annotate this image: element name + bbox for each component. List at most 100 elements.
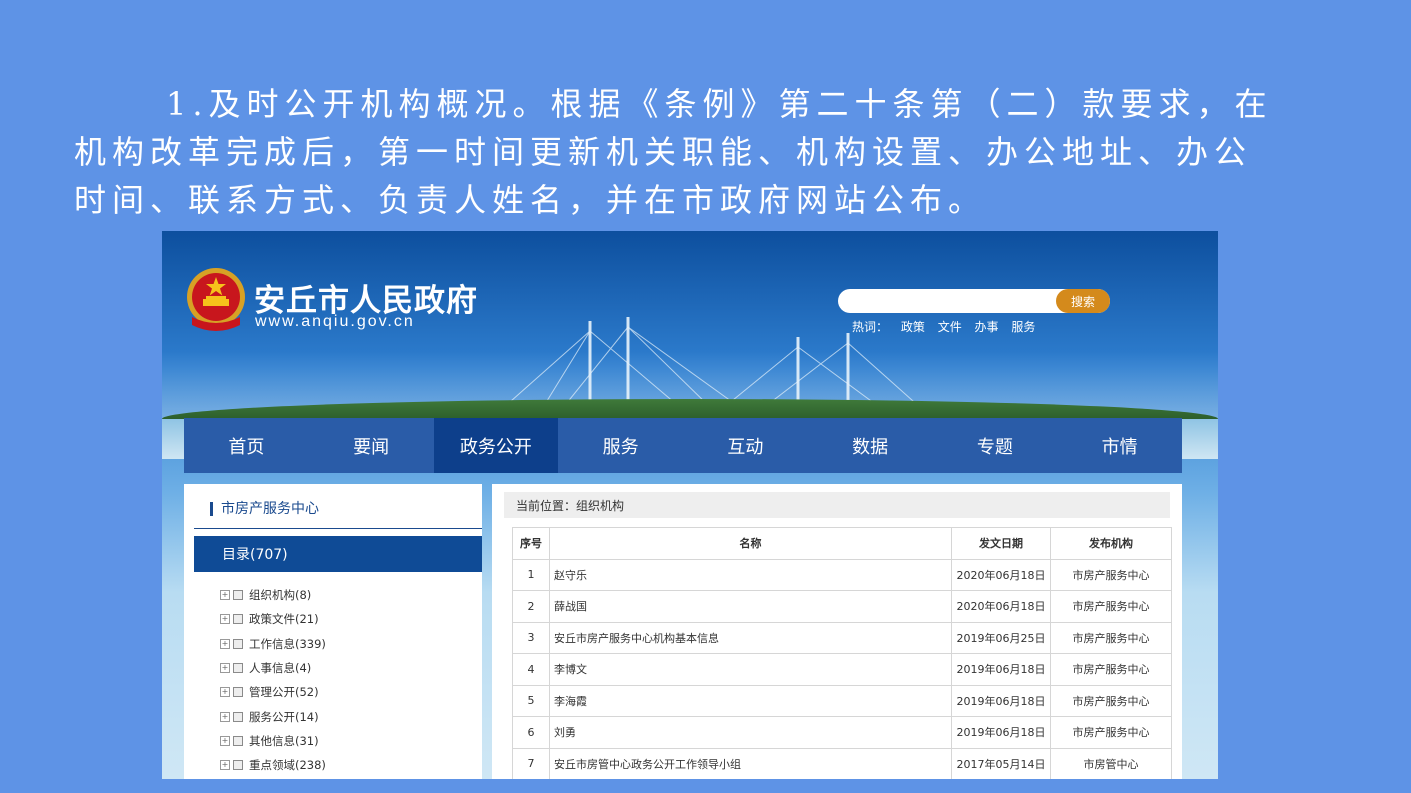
expand-icon[interactable]: +: [220, 760, 230, 771]
header-name: 名称: [549, 527, 952, 560]
tree-item-label: 管理公开(52): [249, 685, 319, 700]
catalog-tree: + 组织机构(8) + 政策文件(21) + 工作信息(339) + 人事信息(4) +…: [220, 583, 326, 777]
expand-icon[interactable]: +: [220, 638, 230, 649]
header-date: 发文日期: [951, 527, 1051, 560]
expand-icon[interactable]: +: [220, 614, 230, 625]
nav-interaction[interactable]: 互动: [683, 418, 808, 473]
cell-name[interactable]: 李海霞: [549, 684, 952, 717]
search-box: 搜索: [838, 289, 1110, 313]
cell-date: 2019年06月18日: [951, 684, 1051, 717]
search-input[interactable]: [850, 292, 1054, 312]
cell-date: 2020年06月18日: [951, 558, 1051, 591]
document-icon: [233, 760, 243, 771]
document-icon: [233, 590, 243, 601]
tree-item-management[interactable]: + 管理公开(52): [220, 680, 326, 704]
website-screenshot: 安丘市人民政府 www.anqiu.gov.cn 搜索 热词： 政策 文件 办事…: [162, 231, 1218, 779]
cell-name[interactable]: 刘勇: [549, 716, 952, 749]
national-emblem-icon: [187, 268, 245, 331]
tree-item-service[interactable]: + 服务公开(14): [220, 704, 326, 728]
cell-date: 2019年06月18日: [951, 653, 1051, 686]
cell-index: 7: [512, 747, 550, 779]
nav-city-info[interactable]: 市情: [1057, 418, 1182, 473]
cell-publisher: 市房产服务中心: [1050, 716, 1172, 749]
hot-words: 热词： 政策 文件 办事 服务: [852, 318, 1044, 335]
cell-name[interactable]: 安丘市房管中心政务公开工作领导小组: [549, 747, 952, 779]
search-button[interactable]: 搜索: [1056, 289, 1110, 313]
cell-publisher: 市房管中心: [1050, 747, 1172, 779]
cell-date: 2017年05月14日: [951, 747, 1051, 779]
cell-index: 2: [512, 590, 550, 623]
nav-topics[interactable]: 专题: [933, 418, 1058, 473]
expand-icon[interactable]: +: [220, 711, 230, 722]
cell-publisher: 市房产服务中心: [1050, 653, 1172, 686]
document-icon: [233, 614, 243, 625]
intro-line-3: 时间、联系方式、负责人姓名，并在市政府网站公布。: [74, 181, 987, 219]
cell-publisher: 市房产服务中心: [1050, 590, 1172, 623]
table-row[interactable]: 6 刘勇 2019年06月18日 市房产服务中心: [512, 716, 1172, 749]
tree-item-label: 人事信息(4): [249, 661, 312, 676]
cell-publisher: 市房产服务中心: [1050, 558, 1172, 591]
nav-services[interactable]: 服务: [558, 418, 683, 473]
cell-index: 3: [512, 621, 550, 654]
table-row[interactable]: 2 薛战国 2020年06月18日 市房产服务中心: [512, 590, 1172, 623]
tree-item-label: 组织机构(8): [249, 588, 312, 603]
intro-text: 1.及时公开机构概况。根据《条例》第二十条第（二）款要求，在 机构改革完成后，第…: [74, 80, 1304, 224]
tree-item-work-info[interactable]: + 工作信息(339): [220, 632, 326, 656]
intro-line-2: 机构改革完成后，第一时间更新机关职能、机构设置、办公地址、办公: [74, 133, 1253, 171]
cell-date: 2019年06月25日: [951, 621, 1051, 654]
tree-item-label: 政策文件(21): [249, 612, 319, 627]
tree-item-label: 其他信息(31): [249, 733, 319, 748]
hot-word-service[interactable]: 服务: [1011, 320, 1035, 334]
table-row[interactable]: 4 李博文 2019年06月18日 市房产服务中心: [512, 653, 1172, 686]
tree-item-other[interactable]: + 其他信息(31): [220, 729, 326, 753]
cell-date: 2019年06月18日: [951, 716, 1051, 749]
document-icon: [233, 735, 243, 746]
tree-item-label: 服务公开(14): [249, 709, 319, 724]
intro-line-1: 1.及时公开机构概况。根据《条例》第二十条第（二）款要求，在: [166, 85, 1273, 123]
cell-name[interactable]: 李博文: [549, 653, 952, 686]
table-row[interactable]: 7 安丘市房管中心政务公开工作领导小组 2017年05月14日 市房管中心: [512, 747, 1172, 779]
nav-news[interactable]: 要闻: [309, 418, 434, 473]
document-icon: [233, 663, 243, 674]
table-row[interactable]: 5 李海霞 2019年06月18日 市房产服务中心: [512, 684, 1172, 717]
table-header-row: 序号 名称 发文日期 发布机构: [512, 527, 1172, 560]
nav-government-affairs[interactable]: 政务公开: [433, 418, 559, 473]
hot-word-policy[interactable]: 政策: [901, 320, 925, 334]
expand-icon[interactable]: +: [220, 687, 230, 698]
cell-index: 5: [512, 684, 550, 717]
cell-index: 6: [512, 716, 550, 749]
table-row[interactable]: 3 安丘市房产服务中心机构基本信息 2019年06月25日 市房产服务中心: [512, 621, 1172, 654]
tree-item-policy[interactable]: + 政策文件(21): [220, 607, 326, 631]
document-icon: [233, 638, 243, 649]
expand-icon[interactable]: +: [220, 735, 230, 746]
content-panel: 当前位置：组织机构 序号 名称 发文日期 发布机构 1 赵守乐 2020年06月18…: [492, 484, 1182, 779]
hot-words-label: 热词：: [852, 320, 889, 334]
nav-data[interactable]: 数据: [808, 418, 933, 473]
expand-icon[interactable]: +: [220, 663, 230, 674]
catalog-header[interactable]: 目录(707): [194, 536, 482, 572]
tree-item-label: 重点领域(238): [249, 758, 326, 773]
hot-word-documents[interactable]: 文件: [938, 320, 962, 334]
sidebar: 市房产服务中心 目录(707) + 组织机构(8) + 政策文件(21) + 工作信息…: [184, 484, 482, 779]
tree-item-organization[interactable]: + 组织机构(8): [220, 583, 326, 607]
cell-name[interactable]: 薛战国: [549, 590, 952, 623]
tree-item-personnel[interactable]: + 人事信息(4): [220, 656, 326, 680]
cell-name[interactable]: 安丘市房产服务中心机构基本信息: [549, 621, 952, 654]
table-row[interactable]: 1 赵守乐 2020年06月18日 市房产服务中心: [512, 558, 1172, 591]
document-icon: [233, 687, 243, 698]
expand-icon[interactable]: +: [220, 590, 230, 601]
site-url: www.anqiu.gov.cn: [255, 313, 415, 330]
documents-table: 序号 名称 发文日期 发布机构 1 赵守乐 2020年06月18日 市房产服务中心 2…: [512, 527, 1172, 779]
main-nav: 首页 要闻 政务公开 服务 互动 数据 专题 市情: [184, 418, 1182, 473]
sidebar-title: 市房产服务中心: [210, 502, 319, 516]
cell-publisher: 市房产服务中心: [1050, 684, 1172, 717]
tree-item-key-areas[interactable]: + 重点领域(238): [220, 753, 326, 777]
document-icon: [233, 711, 243, 722]
tree-item-label: 工作信息(339): [249, 636, 326, 651]
cell-name[interactable]: 赵守乐: [549, 558, 952, 591]
sidebar-divider: [194, 528, 482, 529]
cell-index: 1: [512, 558, 550, 591]
hot-word-services-office[interactable]: 办事: [975, 320, 999, 334]
nav-home[interactable]: 首页: [184, 418, 309, 473]
header-publisher: 发布机构: [1050, 527, 1172, 560]
